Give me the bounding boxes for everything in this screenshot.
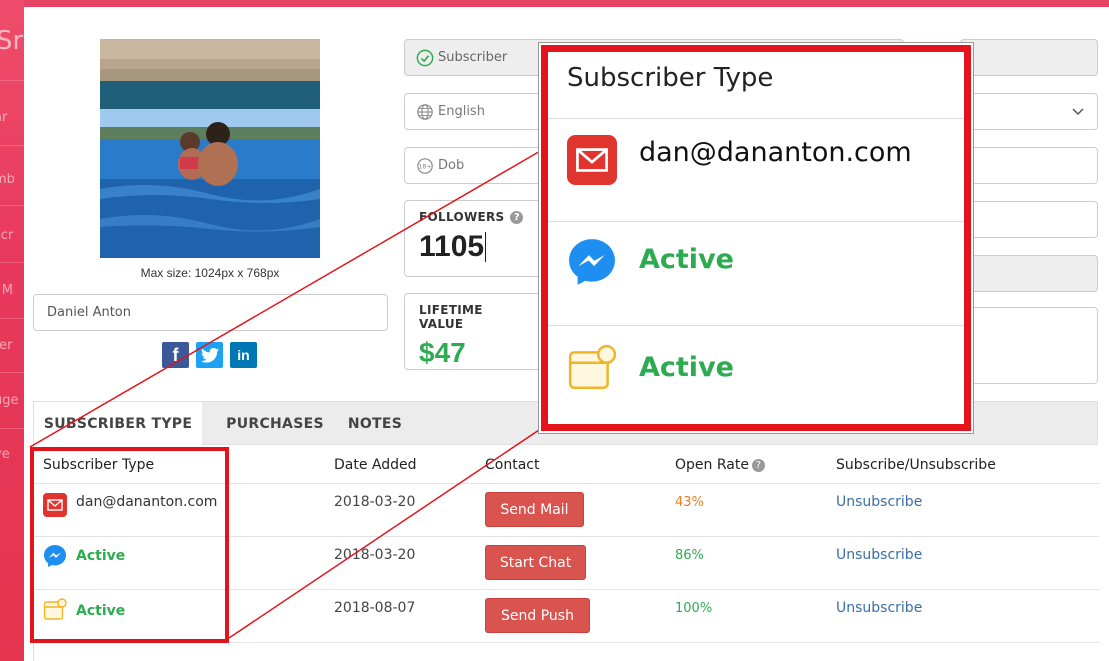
facebook-glyph: f (172, 344, 179, 365)
text-cursor (485, 232, 487, 262)
callout-highlight-border (541, 45, 971, 431)
header-subscribe-unsubscribe: Subscribe/Unsubscribe (836, 457, 996, 473)
open-rate: 43% (675, 495, 704, 510)
open-rate: 100% (675, 601, 713, 616)
svg-text:18+: 18+ (418, 163, 431, 170)
followers-card: FOLLOWERS ? 1105 (404, 200, 544, 277)
date-added: 2018-08-07 (334, 600, 416, 616)
followers-label: FOLLOWERS (419, 210, 505, 224)
unsubscribe-link[interactable]: Unsubscribe (836, 600, 922, 616)
right-field-1[interactable] (960, 39, 1098, 76)
sidebar: Sr ar mb scr l M ter uge ve (0, 0, 24, 661)
lifetime-value-card: LIFETIME VALUE $47 (404, 293, 544, 370)
date-added: 2018-03-20 (334, 547, 416, 563)
chevron-down-icon (1072, 108, 1084, 116)
open-rate: 86% (675, 548, 704, 563)
right-textarea[interactable] (960, 307, 1098, 384)
sidebar-item[interactable]: mb (0, 172, 15, 187)
lifetime-label: LIFETIME VALUE (419, 303, 483, 331)
sidebar-item[interactable]: scr (0, 228, 13, 243)
twitter-bird-glyph (200, 347, 219, 363)
sidebar-divider (0, 80, 24, 81)
app-logo: Sr (0, 26, 24, 56)
right-field-3[interactable] (960, 147, 1098, 184)
header-contact: Contact (485, 457, 540, 473)
sidebar-divider (0, 318, 24, 319)
subscriber-type-value: Subscriber (438, 50, 508, 65)
age-18-icon: 18+ (415, 156, 435, 176)
followers-value: 1105 (419, 230, 485, 263)
sidebar-divider (0, 428, 24, 429)
right-select[interactable] (960, 93, 1098, 130)
sidebar-item[interactable]: ve (0, 447, 10, 462)
tab-purchases[interactable]: PURCHASES (210, 402, 340, 445)
followers-label-row: FOLLOWERS ? (419, 210, 529, 224)
followers-value-row[interactable]: 1105 (419, 230, 529, 264)
linkedin-glyph: in (237, 347, 250, 363)
profile-photo[interactable] (100, 39, 320, 258)
header-open-rate-label: Open Rate (675, 457, 749, 473)
sidebar-divider (0, 205, 24, 206)
twitter-icon[interactable] (196, 342, 223, 368)
right-field-4[interactable] (960, 201, 1098, 238)
sidebar-divider (0, 372, 24, 373)
highlight-box (30, 447, 229, 643)
photo-image (100, 39, 320, 258)
top-bar (24, 0, 1109, 7)
linkedin-icon[interactable]: in (230, 342, 257, 368)
header-date-added: Date Added (334, 457, 417, 473)
date-added: 2018-03-20 (334, 494, 416, 510)
tab-notes[interactable]: NOTES (339, 402, 411, 445)
sidebar-item[interactable]: l M (0, 283, 13, 298)
dob-placeholder: Dob (438, 158, 465, 173)
lifetime-value: $47 (419, 337, 466, 368)
unsubscribe-link[interactable]: Unsubscribe (836, 494, 922, 510)
language-value: English (438, 104, 485, 119)
sidebar-item[interactable]: uge (0, 393, 19, 408)
sidebar-divider (0, 145, 24, 146)
send-push-button[interactable]: Send Push (485, 598, 590, 633)
globe-icon (415, 102, 435, 122)
sidebar-item[interactable]: ter (0, 338, 12, 353)
sidebar-divider (0, 262, 24, 263)
zoom-callout: Subscriber Type dan@dananton.com Active … (538, 42, 974, 434)
right-field-5[interactable] (960, 255, 1098, 292)
facebook-icon[interactable]: f (162, 342, 189, 368)
help-icon[interactable]: ? (751, 458, 765, 472)
start-chat-button[interactable]: Start Chat (485, 545, 586, 580)
help-icon[interactable]: ? (510, 210, 524, 224)
max-size-hint: Max size: 1024px x 768px (140, 266, 280, 280)
send-mail-button[interactable]: Send Mail (485, 492, 584, 527)
name-input[interactable] (33, 294, 388, 331)
sidebar-item[interactable]: ar (0, 110, 7, 125)
unsubscribe-link[interactable]: Unsubscribe (836, 547, 922, 563)
header-open-rate: Open Rate ? (675, 457, 765, 473)
check-circle-icon (415, 48, 435, 68)
tab-subscriber-type[interactable]: SUBSCRIBER TYPE (34, 402, 202, 446)
